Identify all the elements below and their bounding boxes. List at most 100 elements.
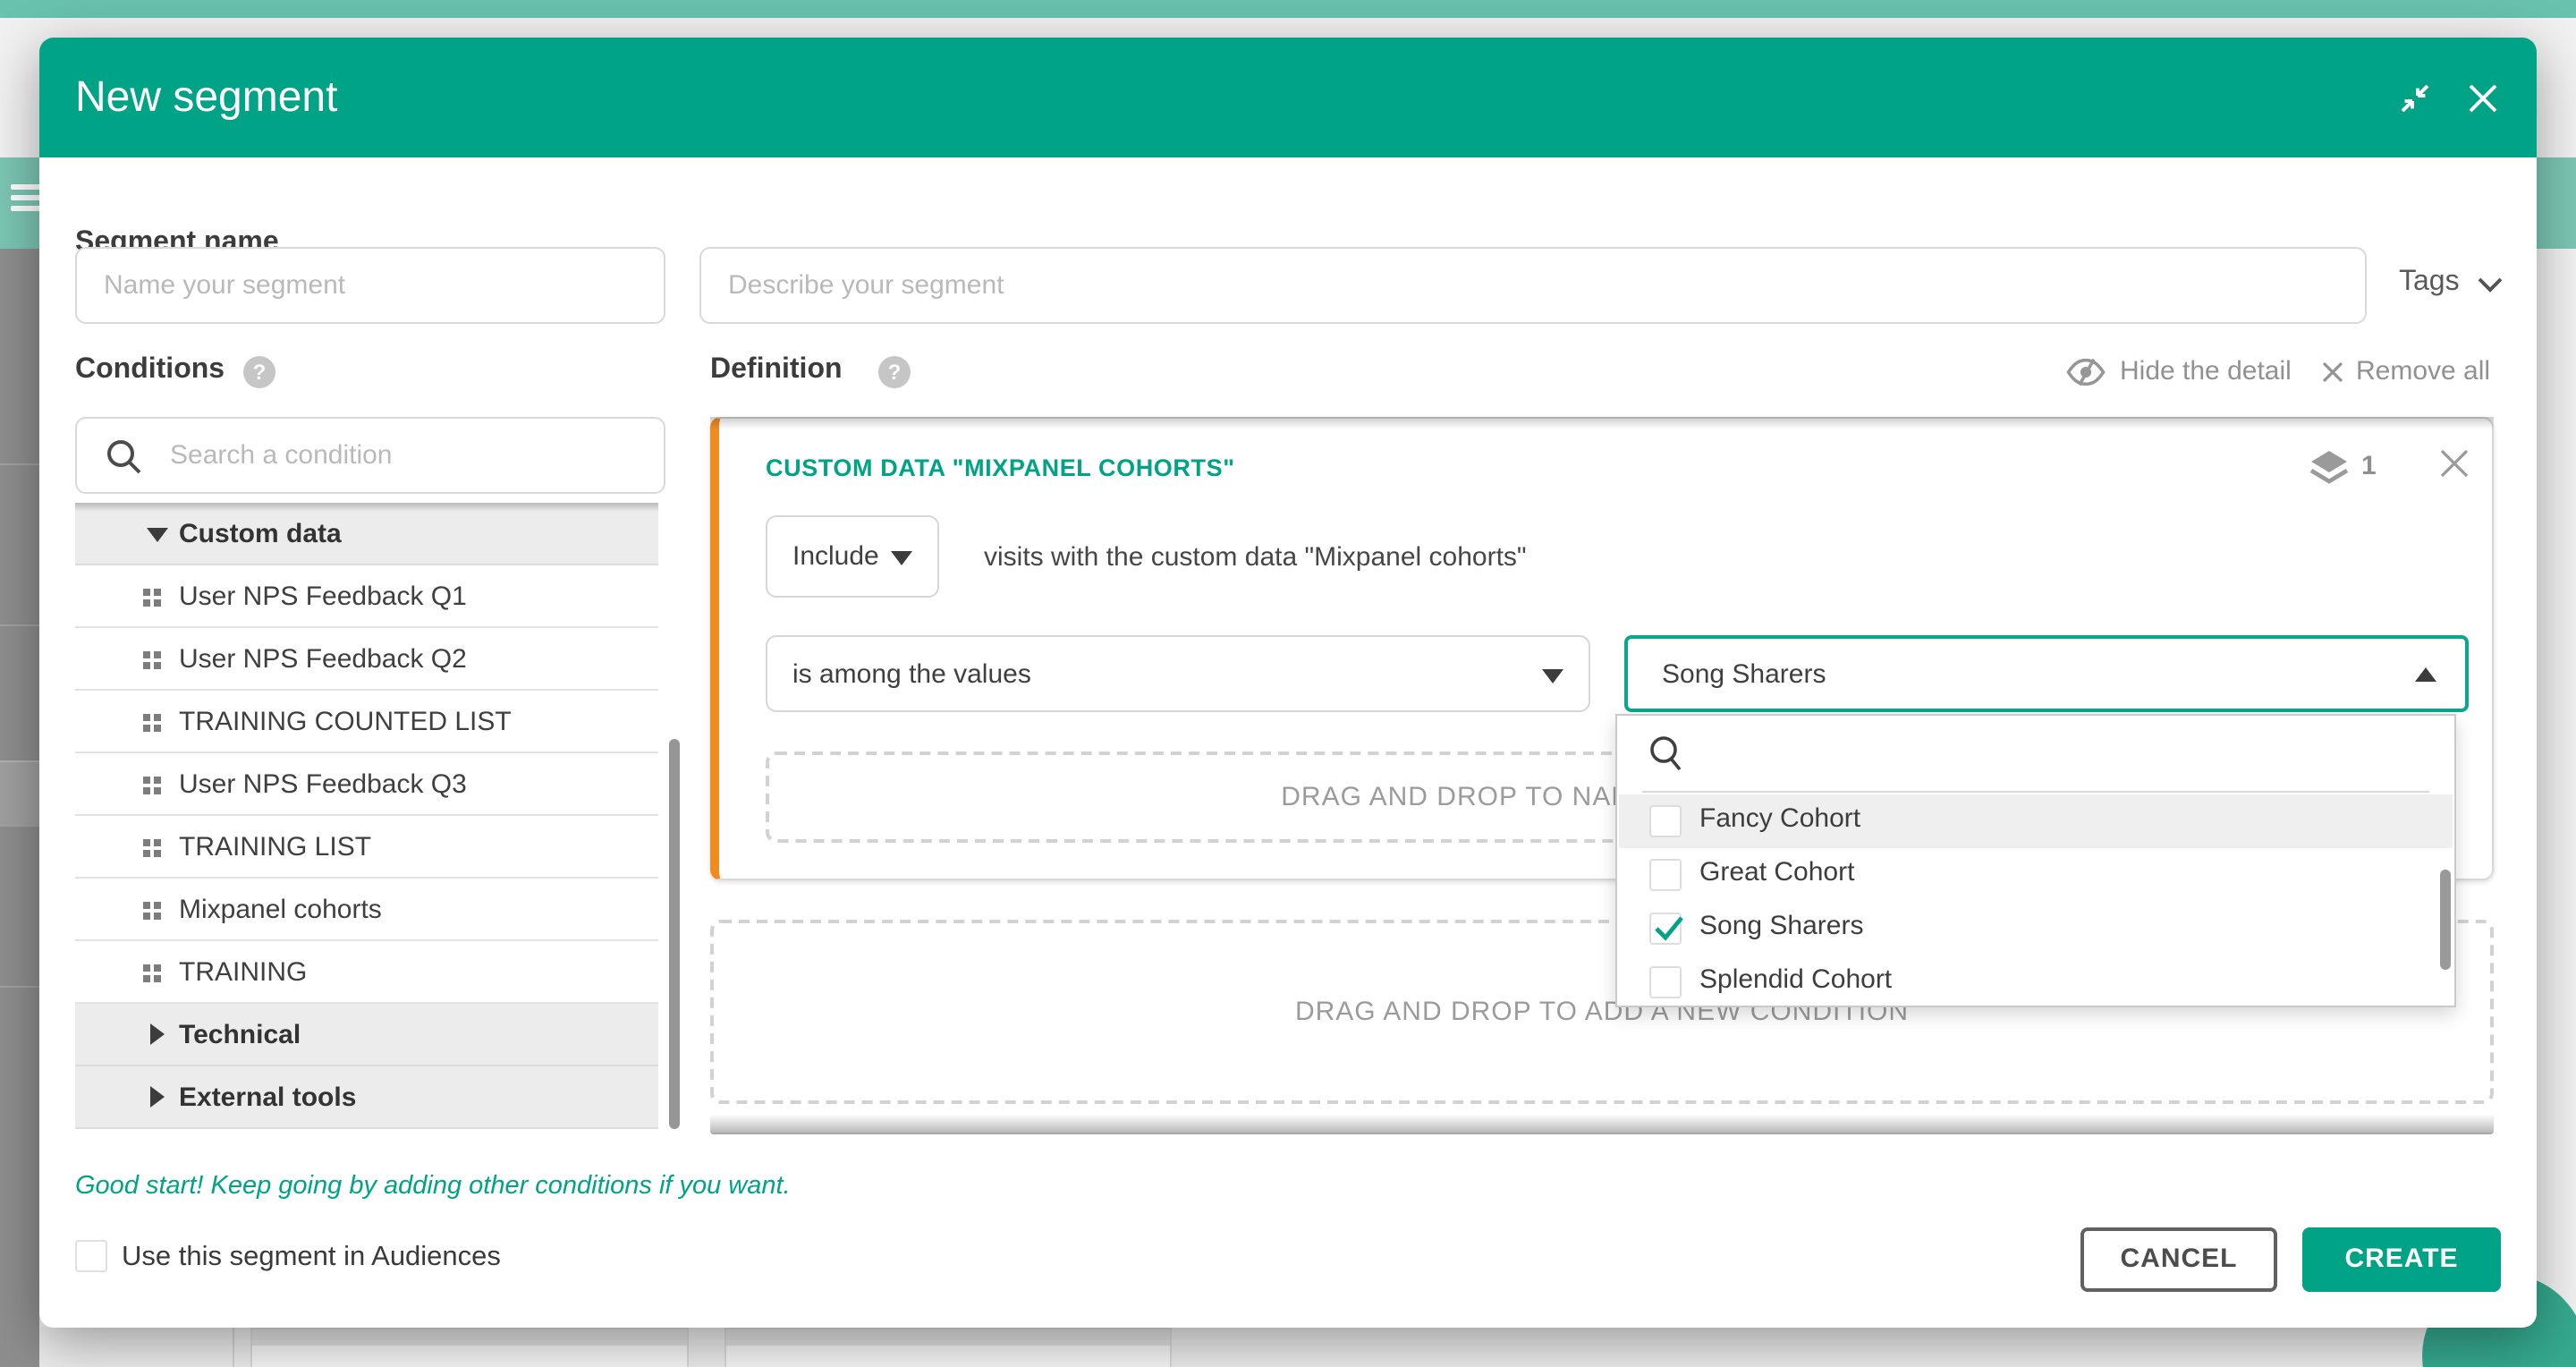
include-select[interactable]: Include xyxy=(766,515,939,598)
caret-down-icon xyxy=(147,528,168,542)
cohort-value: Song Sharers xyxy=(1662,658,1826,689)
group-label: Technical xyxy=(179,1020,301,1050)
definition-help-icon[interactable]: ? xyxy=(878,356,911,388)
segment-name-input[interactable] xyxy=(75,247,665,324)
layers-icon xyxy=(2308,447,2351,496)
background-card xyxy=(250,1328,689,1367)
condition-count: 1 xyxy=(2361,451,2377,481)
audiences-checkbox-label: Use this segment in Audiences xyxy=(122,1242,501,1274)
condition-label: User NPS Feedback Q2 xyxy=(179,644,467,675)
drag-handle-icon[interactable] xyxy=(143,651,161,669)
group-label: Custom data xyxy=(179,519,342,549)
checkbox-unchecked[interactable] xyxy=(1649,859,1682,891)
condition-search xyxy=(75,417,665,494)
condition-label: TRAINING LIST xyxy=(179,832,371,862)
checkbox-checked[interactable] xyxy=(1649,913,1682,945)
hide-detail-button[interactable]: Hide the detail xyxy=(2066,356,2292,386)
create-button[interactable]: CREATE xyxy=(2302,1227,2501,1292)
cohort-option-label: Song Sharers xyxy=(1699,911,1863,941)
definition-top-shadow xyxy=(710,417,2494,429)
include-value: Include xyxy=(792,541,879,572)
condition-card-title: CUSTOM DATA "MIXPANEL COHORTS" xyxy=(766,454,1235,481)
caret-down-icon xyxy=(891,551,912,565)
condition-sentence: visits with the custom data "Mixpanel co… xyxy=(984,542,1527,573)
condition-item[interactable]: TRAINING xyxy=(75,941,658,1004)
narrow-drop-hint: DRAG AND DROP TO NAR xyxy=(769,782,1631,812)
tags-dropdown[interactable]: Tags xyxy=(2399,267,2503,299)
cohort-option-label: Great Cohort xyxy=(1699,857,1854,887)
hamburger-menu-icon[interactable] xyxy=(11,184,41,211)
condition-item[interactable]: TRAINING COUNTED LIST xyxy=(75,691,658,753)
modal-title: New segment xyxy=(75,38,337,157)
hide-detail-label: Hide the detail xyxy=(2120,356,2292,386)
condition-group-external-tools[interactable]: External tools xyxy=(75,1066,658,1129)
condition-group-custom-data[interactable]: Custom data xyxy=(75,503,658,565)
background-card xyxy=(724,1328,1172,1367)
cancel-button[interactable]: CANCEL xyxy=(2080,1227,2277,1292)
remove-all-label: Remove all xyxy=(2356,356,2490,386)
condition-item[interactable]: TRAINING LIST xyxy=(75,816,658,879)
cohort-option[interactable]: Fancy Cohort xyxy=(1619,794,2453,848)
operator-value: is among the values xyxy=(792,658,1031,689)
cohort-option-label: Fancy Cohort xyxy=(1699,803,1860,834)
cohort-option-label: Splendid Cohort xyxy=(1699,964,1892,995)
condition-item[interactable]: Mixpanel cohorts xyxy=(75,879,658,941)
cohort-option[interactable]: Song Sharers xyxy=(1619,902,2453,955)
cohort-option[interactable]: Great Cohort xyxy=(1619,848,2453,902)
caret-down-icon xyxy=(1542,668,1563,683)
caret-right-icon xyxy=(150,1023,165,1045)
page: New segment Segment name Tags Conditions… xyxy=(0,0,2576,1367)
sidebar-selected-item xyxy=(0,760,39,825)
close-icon xyxy=(2322,361,2343,383)
tags-label: Tags xyxy=(2399,267,2460,297)
new-segment-modal: New segment Segment name Tags Conditions… xyxy=(39,38,2537,1328)
checkbox-unchecked[interactable] xyxy=(1649,805,1682,837)
condition-label: TRAINING COUNTED LIST xyxy=(179,707,512,737)
condition-item[interactable]: User NPS Feedback Q1 xyxy=(75,565,658,628)
operator-select[interactable]: is among the values xyxy=(766,635,1590,712)
conditions-title: Conditions xyxy=(75,354,225,386)
audiences-checkbox[interactable] xyxy=(75,1240,107,1272)
drag-handle-icon[interactable] xyxy=(143,902,161,920)
app-sidebar xyxy=(0,249,39,1367)
cohort-option[interactable]: Splendid Cohort xyxy=(1619,955,2453,1009)
definition-title: Definition xyxy=(710,354,843,386)
condition-label: TRAINING xyxy=(179,957,307,988)
encouragement-message: Good start! Keep going by adding other c… xyxy=(75,1172,791,1201)
caret-right-icon xyxy=(150,1086,165,1108)
checkbox-unchecked[interactable] xyxy=(1649,966,1682,998)
segment-description-input[interactable] xyxy=(699,247,2367,324)
search-icon[interactable] xyxy=(1648,734,1687,777)
eye-slash-icon xyxy=(2066,358,2106,386)
remove-condition-icon[interactable] xyxy=(2440,449,2472,481)
remove-all-button[interactable]: Remove all xyxy=(2322,356,2490,386)
drag-handle-icon[interactable] xyxy=(143,589,161,607)
cohort-value-select[interactable]: Song Sharers xyxy=(1624,635,2469,712)
conditions-scrollbar[interactable] xyxy=(669,739,680,1129)
condition-label: User NPS Feedback Q3 xyxy=(179,769,467,800)
page-divider xyxy=(233,1328,234,1367)
cohort-dropdown-panel: Fancy Cohort Great Cohort Song Sharers S… xyxy=(1615,714,2456,1007)
conditions-help-icon[interactable]: ? xyxy=(243,356,275,388)
dropdown-scrollbar[interactable] xyxy=(2440,870,2451,970)
drag-handle-icon[interactable] xyxy=(143,777,161,794)
chevron-down-icon xyxy=(2478,277,2503,293)
condition-label: User NPS Feedback Q1 xyxy=(179,582,467,612)
definition-horizontal-scrollbar[interactable] xyxy=(710,1115,2494,1134)
drag-handle-icon[interactable] xyxy=(143,839,161,857)
condition-group-technical[interactable]: Technical xyxy=(75,1004,658,1066)
search-icon xyxy=(106,438,143,476)
condition-item[interactable]: User NPS Feedback Q2 xyxy=(75,628,658,691)
checkmark-icon xyxy=(1653,914,1685,943)
close-modal-icon[interactable] xyxy=(2465,81,2501,116)
caret-up-icon xyxy=(2415,667,2436,681)
condition-search-input[interactable] xyxy=(170,419,653,492)
dropdown-divider xyxy=(1642,791,2429,793)
drag-handle-icon[interactable] xyxy=(143,964,161,982)
group-label: External tools xyxy=(179,1083,356,1113)
drag-handle-icon[interactable] xyxy=(143,714,161,732)
conditions-list: Custom data User NPS Feedback Q1 User NP… xyxy=(75,503,658,1129)
page-top-strip xyxy=(0,0,2576,18)
collapse-modal-icon[interactable] xyxy=(2397,81,2433,116)
condition-item[interactable]: User NPS Feedback Q3 xyxy=(75,753,658,816)
